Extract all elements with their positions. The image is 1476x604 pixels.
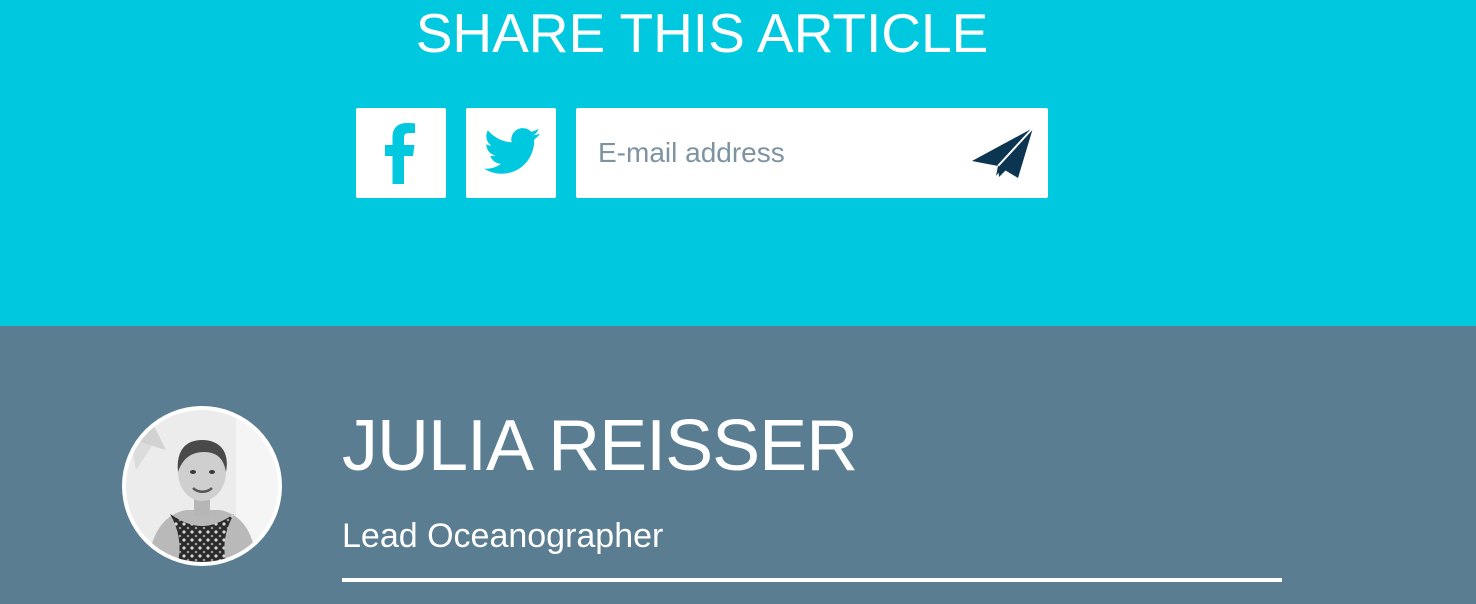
email-input[interactable] xyxy=(598,128,958,178)
author-name: JULIA REISSER xyxy=(342,406,858,486)
facebook-share-button[interactable] xyxy=(356,108,446,198)
twitter-icon xyxy=(483,128,540,174)
author-avatar xyxy=(122,406,282,566)
avatar-photo xyxy=(126,410,278,562)
email-share-box xyxy=(576,108,1048,198)
twitter-share-button[interactable] xyxy=(466,108,556,198)
paper-plane-icon xyxy=(972,127,1034,178)
author-divider xyxy=(342,578,1282,582)
share-section: SHARE THIS ARTICLE xyxy=(0,0,1476,326)
author-role: Lead Oceanographer xyxy=(342,517,664,555)
share-title: SHARE THIS ARTICLE xyxy=(415,2,989,64)
send-button[interactable] xyxy=(966,122,1038,184)
author-section: JULIA REISSER Lead Oceanographer xyxy=(0,326,1476,604)
facebook-icon xyxy=(385,123,415,184)
